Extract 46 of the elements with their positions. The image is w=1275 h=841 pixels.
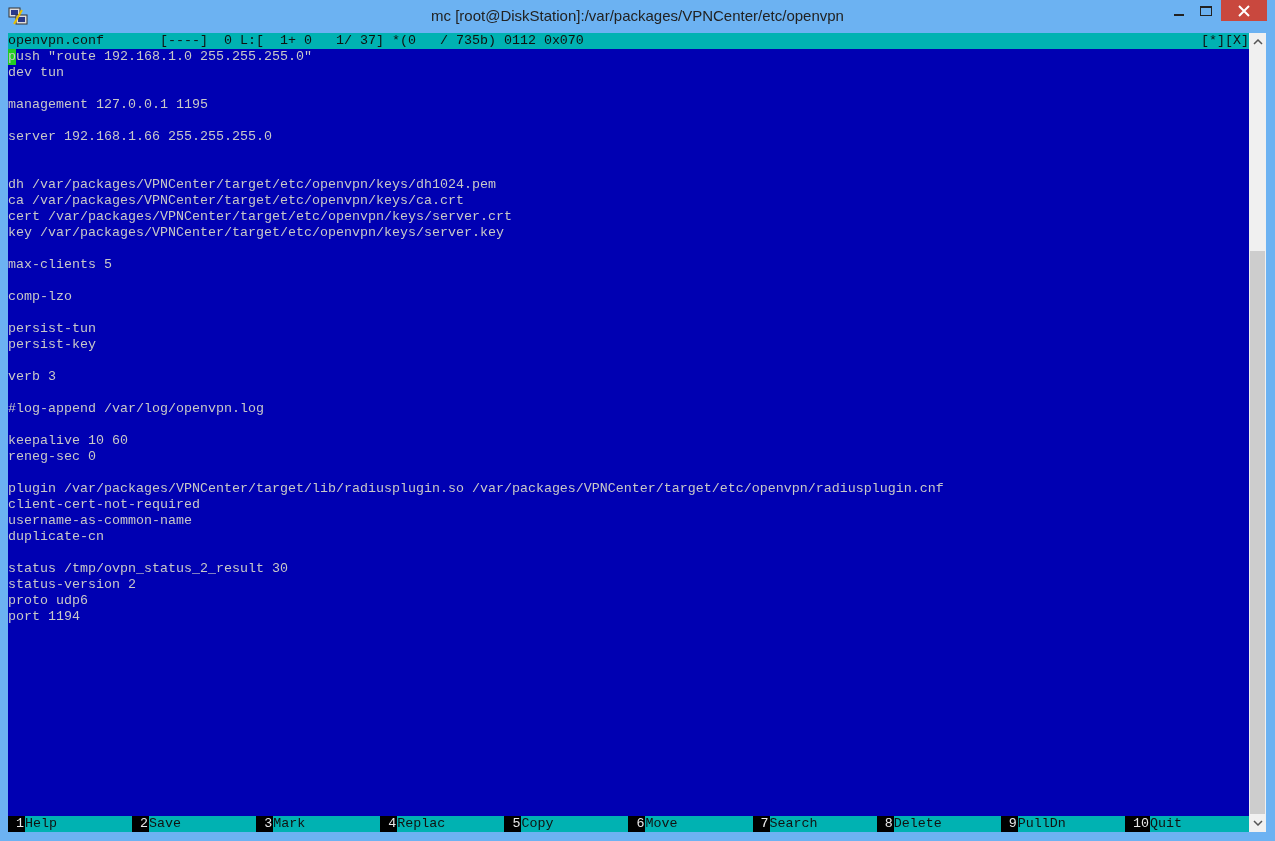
scroll-up-icon[interactable] — [1252, 39, 1263, 45]
code-line: management 127.0.0.1 1195 — [8, 97, 208, 112]
status-button[interactable]: [*] — [1201, 33, 1225, 49]
code-line: cert /var/packages/VPNCenter/target/etc/openvpn/keys/server.crt — [8, 209, 512, 224]
code-line: duplicate-cn — [8, 529, 104, 544]
close-button[interactable] — [1221, 0, 1267, 21]
status-button[interactable]: [X] — [1225, 33, 1249, 49]
code-line: verb 3 — [8, 369, 56, 384]
maximize-icon — [1199, 5, 1212, 16]
code-line: proto udp6 — [8, 593, 88, 608]
code-line: client-cert-not-required — [8, 497, 200, 512]
vertical-scrollbar[interactable] — [1249, 33, 1266, 832]
function-key-label[interactable]: Replac — [397, 816, 505, 832]
code-line: port 1194 — [8, 609, 80, 624]
function-key-label[interactable]: Quit — [1149, 816, 1249, 832]
code-line: status /tmp/ovpn_status_2_result 30 — [8, 561, 288, 576]
code-line: persist-key — [8, 337, 96, 352]
function-key-label[interactable]: Help — [25, 816, 133, 832]
function-key-label[interactable]: Move — [645, 816, 753, 832]
code-line: reneg-sec 0 — [8, 449, 96, 464]
function-key-label[interactable]: Save — [149, 816, 257, 832]
scroll-down-icon[interactable] — [1252, 820, 1263, 826]
function-key-label[interactable]: Delete — [893, 816, 1001, 832]
code-line: server 192.168.1.66 255.255.255.0 — [8, 129, 272, 144]
code-line: #log-append /var/log/openvpn.log — [8, 401, 264, 416]
code-line: plugin /var/packages/VPNCenter/target/lib/radiusplugin.so /var/packages/VPNCenter/target/etc/openvpn/radiusplugin.cnf — [8, 481, 944, 496]
code-line: comp-lzo — [8, 289, 72, 304]
code-line: dh /var/packages/VPNCenter/target/etc/openvpn/keys/dh1024.pem — [8, 177, 496, 192]
function-key-label[interactable]: Search — [769, 816, 877, 832]
code-line: keepalive 10 60 — [8, 433, 128, 448]
terminal-computer-icon — [8, 6, 28, 26]
code-line: dev tun — [8, 65, 64, 80]
function-key-label[interactable]: Mark — [273, 816, 381, 832]
function-key-label[interactable]: Copy — [521, 816, 629, 832]
minimize-icon — [1173, 13, 1184, 16]
window-title: mc [root@DiskStation]:/var/packages/VPNCenter/etc/openvpn — [431, 7, 844, 24]
function-key-label[interactable]: PullDn — [1017, 816, 1125, 832]
code-line: max-clients 5 — [8, 257, 112, 272]
close-icon — [1238, 4, 1250, 17]
editor-status-line: openvpn.conf [----] 0 L:[ 1+ 0 1/ 37] *(0 / 735b) 0112 0x070 — [8, 33, 584, 49]
code-line: ca /var/packages/VPNCenter/target/etc/openvpn/keys/ca.crt — [8, 193, 464, 208]
code-line: key /var/packages/VPNCenter/target/etc/openvpn/keys/server.key — [8, 225, 504, 240]
code-line: status-version 2 — [8, 577, 136, 592]
code-line: persist-tun — [8, 321, 96, 336]
code-line: username-as-common-name — [8, 513, 192, 528]
scrollbar-thumb[interactable] — [1250, 251, 1265, 814]
